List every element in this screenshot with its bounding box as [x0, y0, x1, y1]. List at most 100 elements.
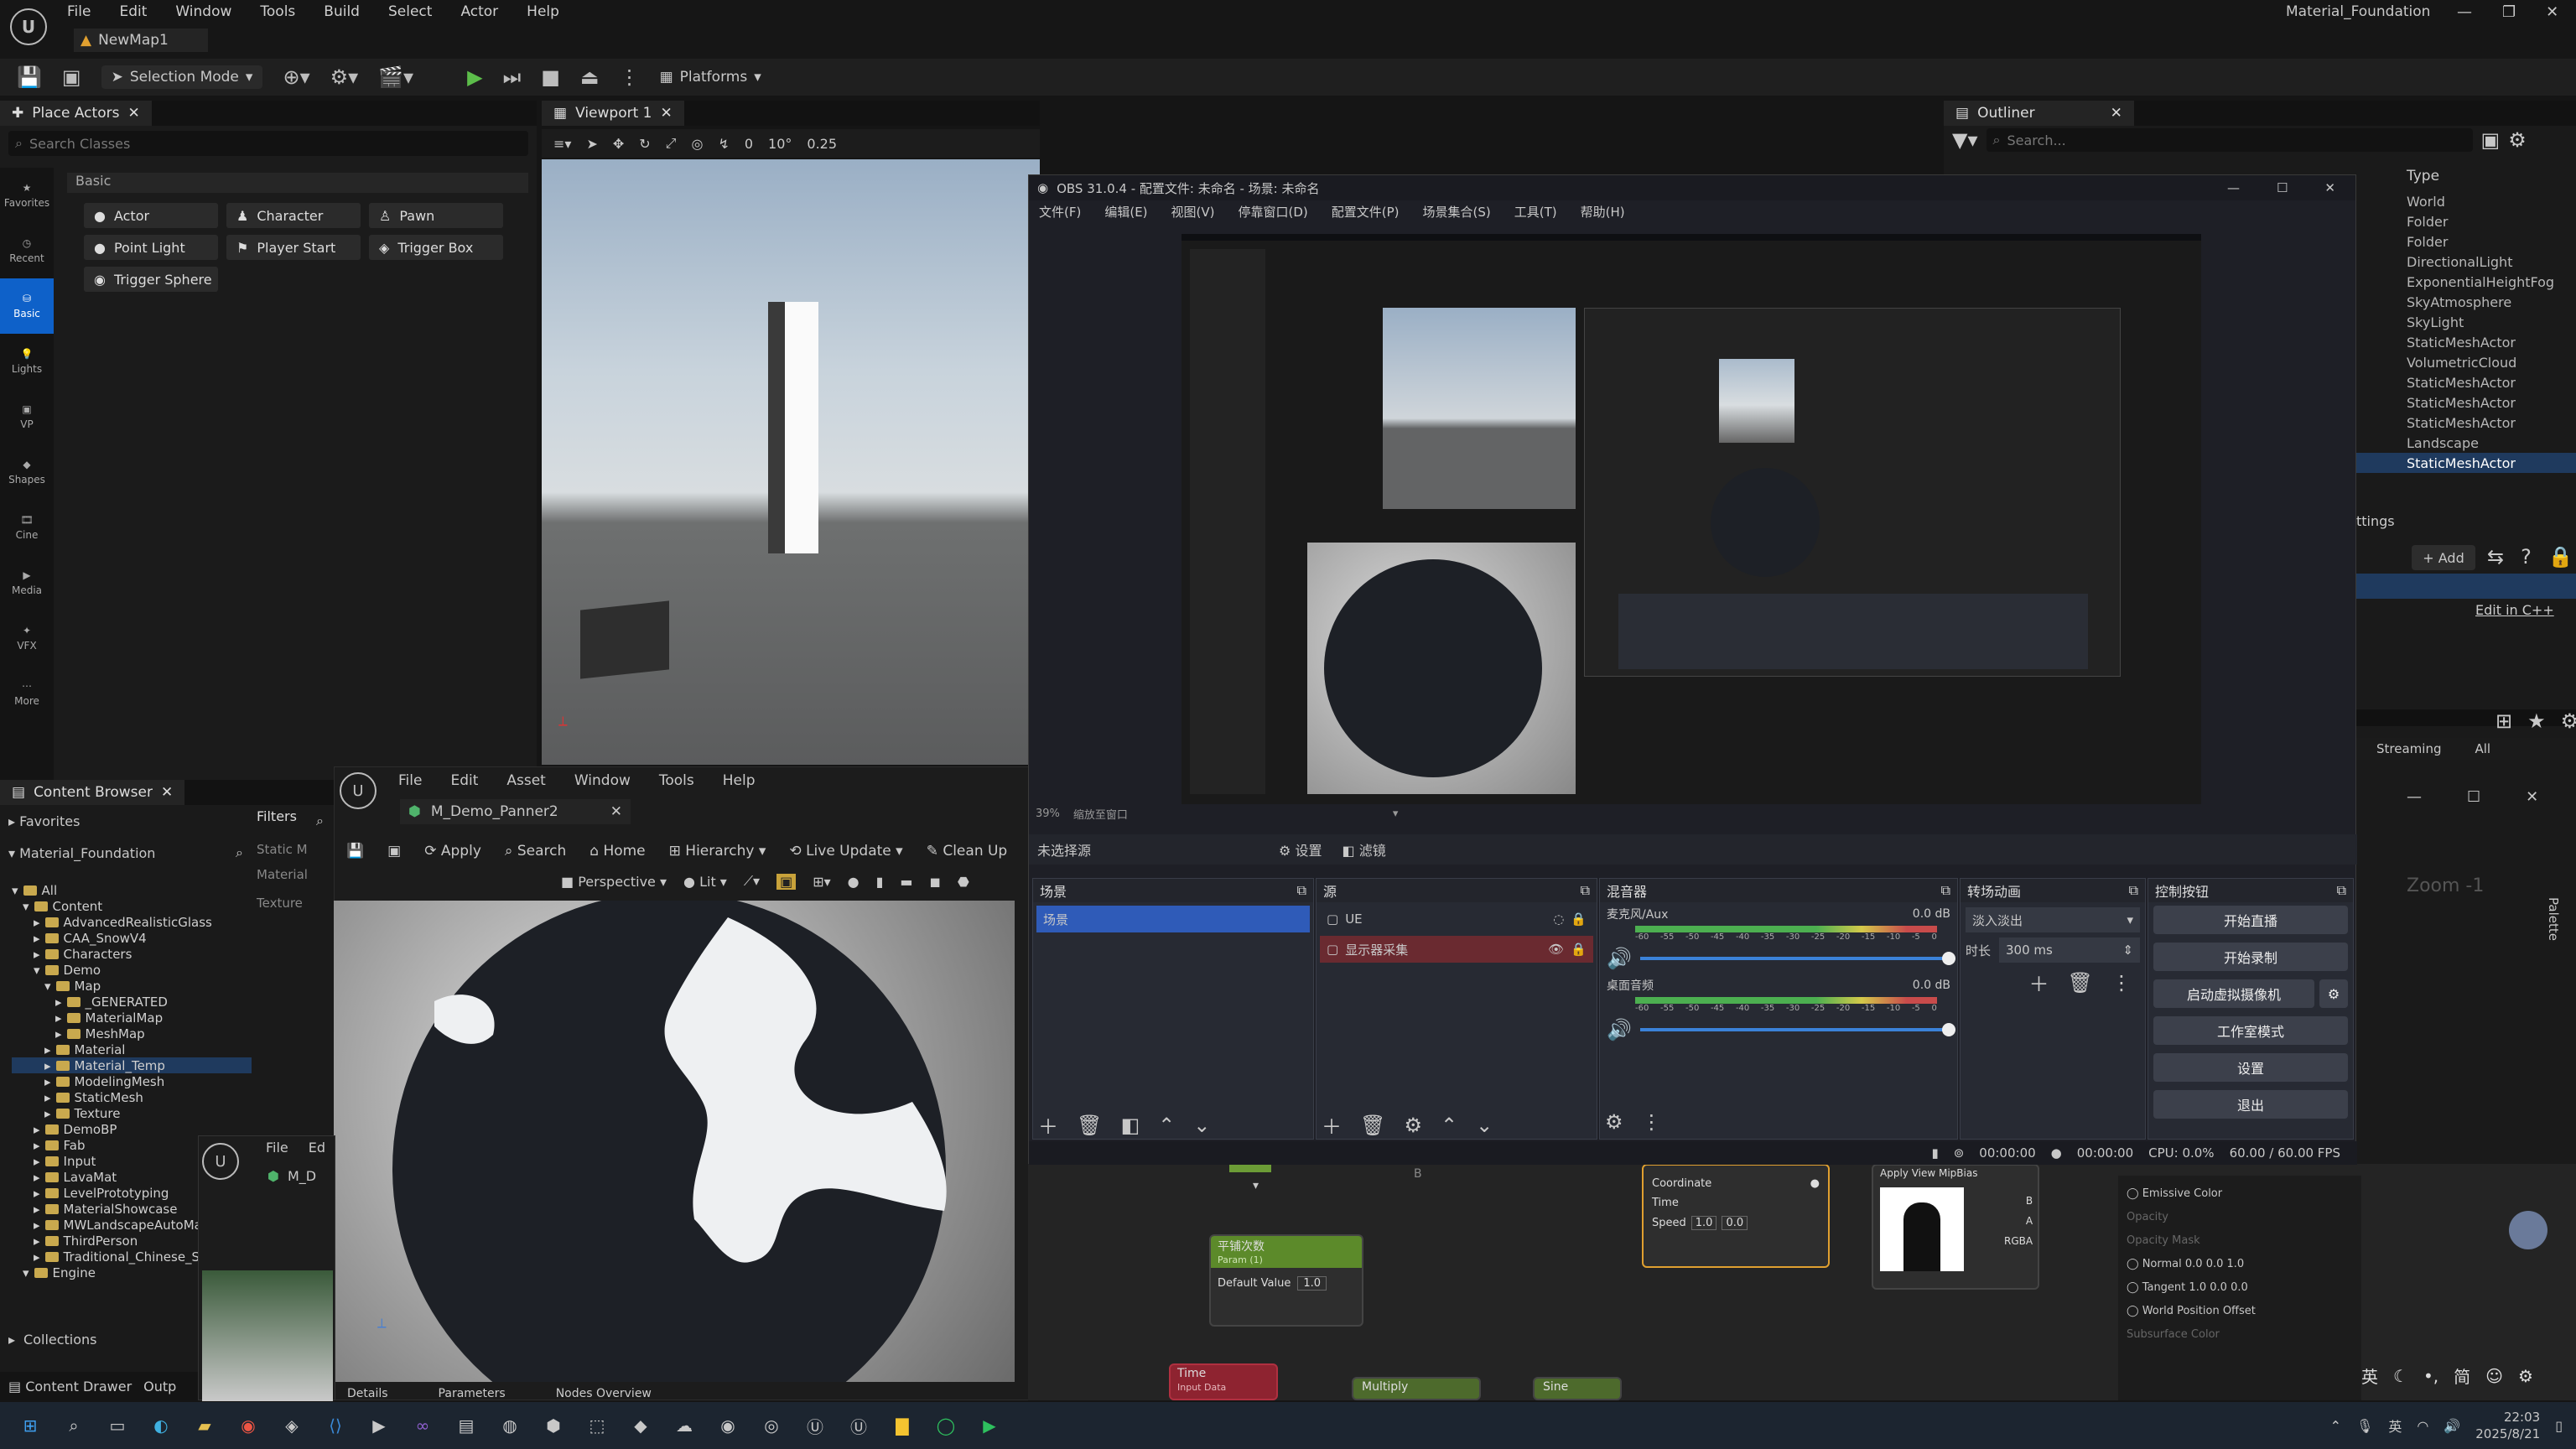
filters-label[interactable]: Filters: [257, 808, 332, 824]
content-drawer-button[interactable]: ▤ Content Drawer: [8, 1379, 132, 1394]
edit-in-cpp-link[interactable]: Edit in C++: [2475, 602, 2554, 618]
ime-simplified[interactable]: 简: [2454, 1363, 2470, 1388]
filter-icon[interactable]: ◧: [1120, 1114, 1140, 1137]
gear-icon[interactable]: ⚙: [2518, 1366, 2533, 1386]
unreal-icon[interactable]: Ⓤ: [842, 1409, 875, 1442]
menu-file[interactable]: File: [266, 1140, 288, 1156]
actor-item-player-start[interactable]: ⚑ Player Start: [226, 235, 361, 260]
live-update-button[interactable]: ⟲ Live Update ▾: [789, 843, 902, 860]
tab-parameters[interactable]: Parameters: [439, 1387, 506, 1400]
preview-cube-icon[interactable]: ◼: [930, 874, 941, 890]
streaming-filter[interactable]: Streaming: [2376, 741, 2441, 756]
add-component-button[interactable]: + Add: [2412, 545, 2475, 570]
tree-item[interactable]: ▸ Characters: [12, 946, 252, 962]
blueprint-icon[interactable]: ⇆: [2487, 545, 2504, 569]
level-viewport[interactable]: ⟂: [542, 159, 1040, 765]
help-icon[interactable]: ?: [2521, 545, 2532, 569]
move-icon[interactable]: ✥: [613, 136, 624, 152]
up-icon[interactable]: ⌃: [1158, 1114, 1175, 1137]
lock-icon[interactable]: 🔒: [2548, 545, 2573, 569]
step-icon[interactable]: ⏭: [503, 65, 522, 89]
ime-mode[interactable]: 英: [2361, 1363, 2378, 1388]
outliner-row[interactable]: DirectionalLight: [2356, 252, 2576, 272]
add-icon[interactable]: ＋: [2029, 968, 2049, 997]
menu-select[interactable]: Select: [388, 3, 432, 20]
category-cine[interactable]: 🎞 Cine: [0, 500, 54, 555]
scalar-param-node[interactable]: 平铺次数 Param (1) Default Value 1.0: [1209, 1234, 1363, 1327]
all-filter[interactable]: All: [2475, 741, 2490, 756]
outliner-row[interactable]: Folder: [2356, 231, 2576, 252]
terminal-icon[interactable]: ▶: [362, 1409, 396, 1442]
filter-chip[interactable]: Static M: [257, 842, 334, 867]
search-icon[interactable]: ⌕: [57, 1409, 91, 1442]
slider-thumb[interactable]: [1942, 1023, 1955, 1036]
vscode-icon[interactable]: ⟨⟩: [319, 1409, 352, 1442]
notification-icon[interactable]: ▯: [2555, 1418, 2563, 1434]
emoji-icon[interactable]: ☺: [2485, 1366, 2503, 1386]
maximize-icon[interactable]: ☐: [2467, 788, 2480, 806]
close-icon[interactable]: ✕: [161, 784, 173, 801]
outliner-row[interactable]: Landscape: [2356, 433, 2576, 453]
undock-icon[interactable]: ⧉: [1941, 882, 1950, 899]
normal-pin[interactable]: ◯ Normal 0.0 0.0 1.0: [2127, 1253, 2353, 1276]
world-icon[interactable]: ◎: [691, 136, 703, 152]
material-tab[interactable]: ⬢ M_Demo_Panner2 ✕: [400, 799, 631, 824]
outliner-row[interactable]: StaticMeshActor: [2356, 413, 2576, 433]
outliner-row[interactable]: VolumetricCloud: [2356, 352, 2576, 372]
tree-item[interactable]: ▸ StaticMesh: [12, 1089, 252, 1105]
blueprint-icon[interactable]: ⚙▾: [330, 65, 359, 89]
app-icon[interactable]: ◆: [624, 1409, 657, 1442]
menu-edit[interactable]: Edit: [119, 3, 147, 20]
obs-menu-scene-collection[interactable]: 场景集合(S): [1423, 203, 1491, 221]
outliner-row[interactable]: StaticMeshActor: [2356, 372, 2576, 392]
category-favorites[interactable]: ★ Favorites: [0, 168, 54, 223]
scene-item[interactable]: 场景: [1036, 906, 1310, 932]
settings-button[interactable]: 设置: [2153, 1053, 2348, 1082]
undock-icon[interactable]: ⧉: [2337, 882, 2346, 899]
obs-menu-profile[interactable]: 配置文件(P): [1332, 203, 1400, 221]
close-icon[interactable]: ✕: [2546, 3, 2558, 21]
app-icon[interactable]: ▤: [449, 1409, 483, 1442]
obs-preview[interactable]: [1182, 234, 2201, 804]
chevron-down-icon[interactable]: ▾: [1393, 808, 1399, 820]
windows-start-icon[interactable]: ⊞: [13, 1409, 47, 1442]
outliner-row[interactable]: StaticMeshActor: [2356, 332, 2576, 352]
source-item[interactable]: ▢ UE ◌ 🔒: [1320, 906, 1593, 932]
menu-asset[interactable]: Asset: [506, 772, 545, 789]
start-recording-button[interactable]: 开始录制: [2153, 943, 2348, 971]
menu-file[interactable]: File: [398, 772, 422, 789]
obs-menu-help[interactable]: 帮助(H): [1581, 203, 1625, 221]
more-icon[interactable]: ⋮: [2111, 971, 2132, 995]
app-icon[interactable]: ◎: [755, 1409, 788, 1442]
volume-slider[interactable]: [1639, 952, 1955, 965]
pin-a[interactable]: A: [2004, 1211, 2033, 1231]
category-media[interactable]: ▶ Media: [0, 555, 54, 610]
preview-cylinder-icon[interactable]: ▮: [876, 874, 884, 890]
tree-item[interactable]: ▸ AdvancedRealisticGlass: [12, 914, 252, 930]
tab-details[interactable]: Details: [347, 1387, 388, 1400]
menu-tools[interactable]: Tools: [659, 772, 694, 789]
realtime-icon[interactable]: ▣: [776, 873, 797, 890]
more-icon[interactable]: ⋮: [1642, 1110, 1662, 1134]
tree-item[interactable]: ▸ CAA_SnowV4: [12, 930, 252, 946]
platforms-button[interactable]: ▦ Platforms ▾: [660, 69, 761, 86]
minimize-icon[interactable]: —: [2407, 788, 2422, 806]
tree-item[interactable]: ▸ MaterialMap: [12, 1010, 252, 1026]
show-flags-icon[interactable]: ⟋▾: [744, 873, 760, 890]
tree-item[interactable]: ▾ Demo: [12, 962, 252, 978]
outliner-row[interactable]: StaticMeshActor: [2356, 453, 2576, 473]
duration-input[interactable]: 300 ms ⇕: [1999, 937, 2140, 963]
unreal-icon[interactable]: Ⓤ: [798, 1409, 832, 1442]
menu-window[interactable]: Window: [574, 772, 631, 789]
tab-place-actors[interactable]: ✚ Place Actors ✕: [0, 101, 152, 126]
select-icon[interactable]: ➤: [586, 136, 597, 152]
close-icon[interactable]: ✕: [2324, 180, 2335, 195]
add-actor-icon[interactable]: ⊕▾: [283, 65, 309, 89]
obs-menu-docks[interactable]: 停靠窗口(D): [1239, 203, 1308, 221]
undock-icon[interactable]: ⧉: [1297, 882, 1306, 899]
task-view-icon[interactable]: ▭: [101, 1409, 134, 1442]
output-log-button[interactable]: Outp: [143, 1379, 176, 1394]
up-icon[interactable]: ⌃: [1441, 1114, 1457, 1137]
clean-up-button[interactable]: ✎ Clean Up: [927, 843, 1008, 860]
source-filters-button[interactable]: ◧ 滤镜: [1342, 839, 1385, 860]
